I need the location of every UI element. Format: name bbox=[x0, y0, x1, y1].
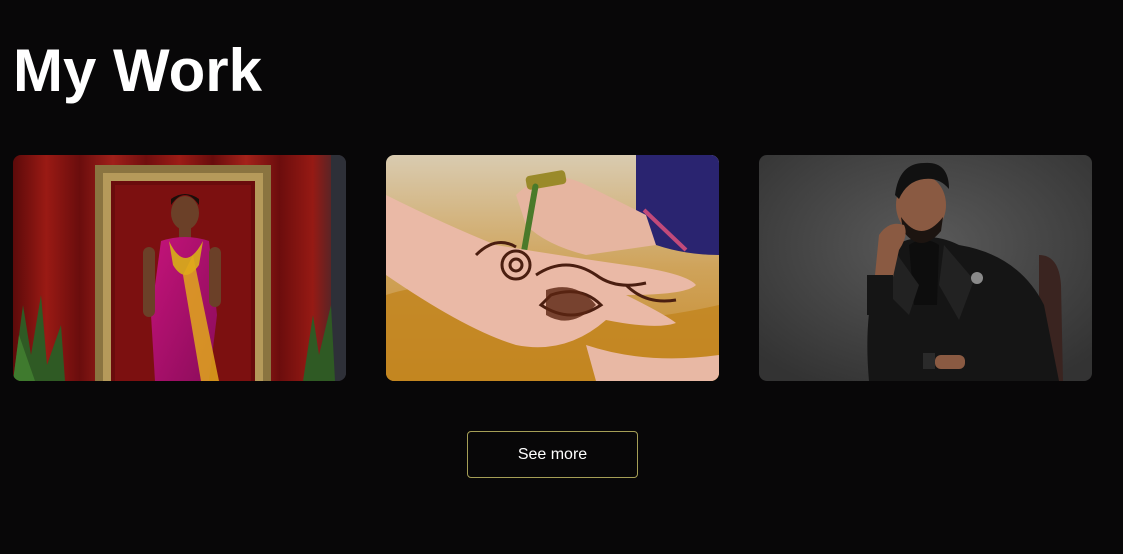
henna-hand-image bbox=[386, 155, 719, 381]
see-more-button[interactable]: See more bbox=[467, 431, 638, 478]
gallery-image-bridal-portrait[interactable] bbox=[13, 155, 346, 381]
section-title: My Work bbox=[13, 37, 262, 104]
bridal-portrait-image bbox=[13, 155, 346, 381]
gallery-image-groom-portrait[interactable] bbox=[759, 155, 1092, 381]
groom-portrait-image bbox=[759, 155, 1092, 381]
gallery-image-henna-hand[interactable] bbox=[386, 155, 719, 381]
my-work-section: My Work See more bbox=[0, 0, 1123, 554]
